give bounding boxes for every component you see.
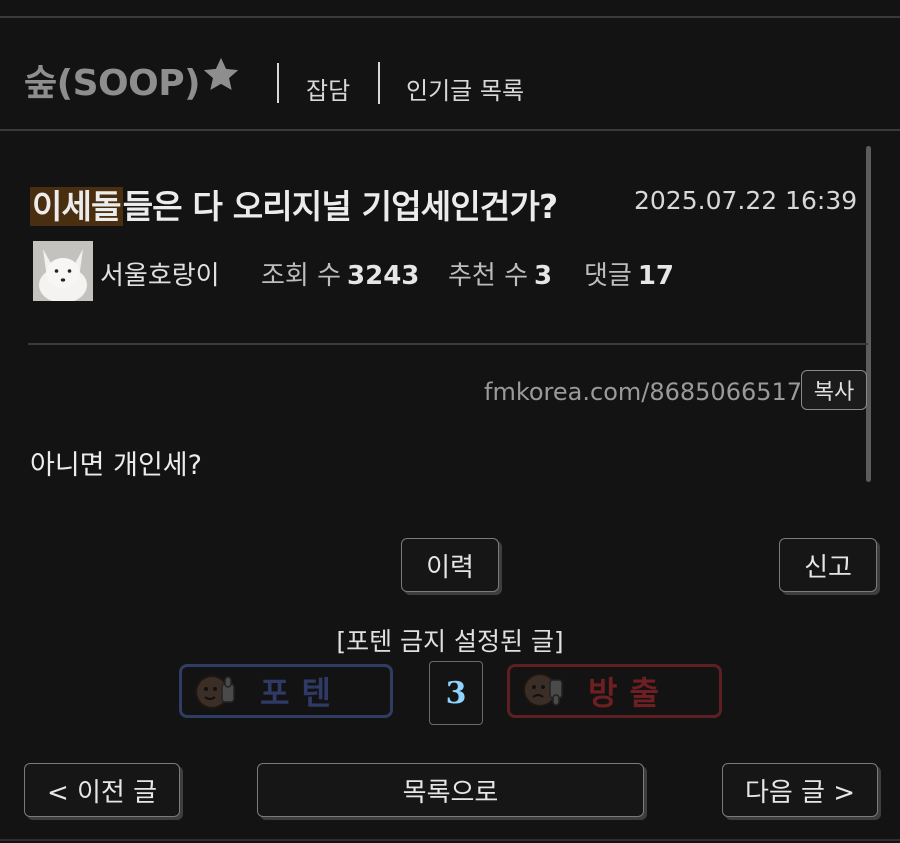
post-title: 이세돌들은 다 오리지널 기업세인건가? [30,180,559,228]
history-button[interactable]: 이력 [401,538,499,592]
nav-link-popular-list[interactable]: 인기글 목록 [406,71,524,106]
back-to-list-button[interactable]: 목록으로 [257,763,644,817]
recommend-count-label: 추천 수 [448,261,529,291]
comment-count-value: 17 [637,261,675,291]
recommend-count-value: 3 [534,261,553,291]
report-button[interactable]: 신고 [779,538,877,592]
post-date: 2025.07.22 16:39 [634,186,858,215]
board-name[interactable]: 숲(SOOP) [24,54,201,106]
white-fox-avatar-icon [33,241,93,301]
header-divider [0,129,900,131]
upvote-label: 포텐 [260,674,343,712]
thumbs-up-face-icon [195,675,235,709]
bottom-divider [0,839,900,841]
upvote-button[interactable]: 포텐 [179,664,393,718]
nav-link-chat[interactable]: 잡담 [306,71,350,106]
author-avatar[interactable] [33,241,93,301]
view-count-value: 3243 [347,261,420,291]
next-post-button[interactable]: 다음 글 > [722,763,878,817]
post-body: 아니면 개인세? [30,450,202,481]
vote-count: 3 [429,661,483,725]
star-icon[interactable] [200,54,242,96]
title-text: 들은 다 오리지널 기업세인건가? [122,187,559,226]
pot-disabled-notice: [포텐 금지 설정된 글] [336,627,564,656]
post-page: 숲(SOOP) 잡담 인기글 목록 이세돌들은 다 오리지널 기업세인건가? 2… [0,0,900,843]
comment-count-label: 댓글 [584,261,632,291]
downvote-label: 방출 [588,674,671,712]
author-name[interactable]: 서울호랑이 [100,255,220,292]
prev-post-button[interactable]: < 이전 글 [24,763,180,817]
recommend-count: 추천 수3 [448,255,552,292]
view-count: 조회 수 3243 [261,255,419,292]
downvote-button[interactable]: 방출 [507,664,722,718]
copy-url-button[interactable]: 복사 [801,370,867,410]
header-separator [378,62,380,104]
comment-count[interactable]: 댓글 17 [584,255,674,292]
scrollbar[interactable] [866,146,871,482]
thumbs-down-face-icon [523,673,563,707]
view-count-label: 조회 수 [261,261,342,291]
post-url[interactable]: fmkorea.com/8685066517 [484,378,802,406]
header-separator [277,63,279,103]
title-highlight: 이세돌 [30,187,123,226]
post-divider [28,343,868,345]
